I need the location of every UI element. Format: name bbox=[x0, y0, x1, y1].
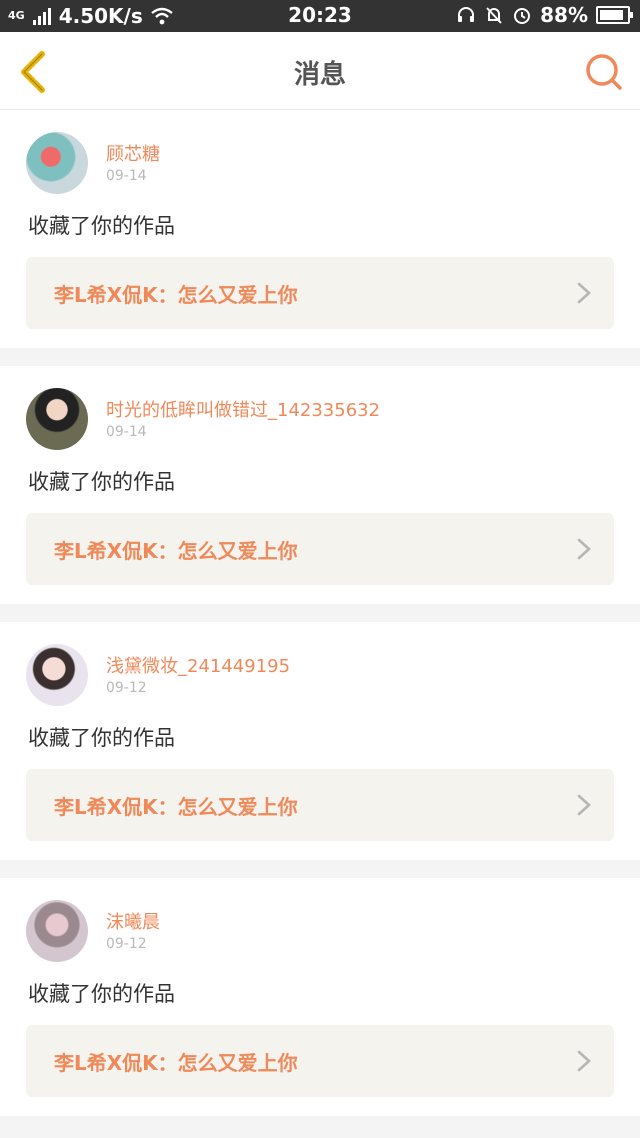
work-title: 李L希X侃K：怎么又爱上你 bbox=[54, 539, 298, 563]
mute-bell-icon bbox=[486, 7, 502, 24]
avatar[interactable] bbox=[26, 388, 88, 450]
message-date: 09-12 bbox=[106, 680, 147, 696]
message-date: 09-14 bbox=[106, 168, 147, 184]
message-card: 顾芯糖 09-14 收藏了你的作品 李L希X侃K：怎么又爱上你 bbox=[0, 110, 640, 348]
page-title: 消息 bbox=[293, 60, 346, 90]
action-text: 收藏了你的作品 bbox=[28, 726, 175, 750]
message-list: 顾芯糖 09-14 收藏了你的作品 李L希X侃K：怎么又爱上你 时光的低眸叫做错… bbox=[0, 110, 640, 1134]
chevron-right-icon bbox=[577, 538, 591, 560]
chevron-right-icon bbox=[577, 794, 591, 816]
work-link[interactable]: 李L希X侃K：怎么又爱上你 bbox=[26, 1025, 614, 1097]
work-title: 李L希X侃K：怎么又爱上你 bbox=[54, 283, 298, 307]
message-card: 时光的低眸叫做错过_142335632 09-14 收藏了你的作品 李L希X侃K… bbox=[0, 366, 640, 604]
avatar[interactable] bbox=[26, 132, 88, 194]
headset-icon bbox=[458, 7, 475, 22]
work-title: 李L希X侃K：怎么又爱上你 bbox=[54, 795, 298, 819]
search-icon[interactable] bbox=[584, 52, 624, 92]
user-name[interactable]: 沫曦晨 bbox=[106, 908, 160, 934]
action-text: 收藏了你的作品 bbox=[28, 470, 175, 494]
status-bar: 4G 4.50K/s 20:23 88% bbox=[0, 0, 640, 32]
message-date: 09-12 bbox=[106, 936, 147, 952]
message-card: 浅黛微妆_241449195 09-12 收藏了你的作品 李L希X侃K：怎么又爱… bbox=[0, 622, 640, 860]
user-name[interactable]: 顾芯糖 bbox=[106, 140, 160, 166]
user-name[interactable]: 浅黛微妆_241449195 bbox=[106, 652, 290, 678]
message-date: 09-14 bbox=[106, 424, 147, 440]
battery-icon bbox=[596, 6, 633, 24]
work-link[interactable]: 李L希X侃K：怎么又爱上你 bbox=[26, 513, 614, 585]
avatar[interactable] bbox=[26, 644, 88, 706]
work-title: 李L希X侃K：怎么又爱上你 bbox=[54, 1051, 298, 1075]
battery-percent: 88% bbox=[540, 3, 588, 27]
work-link[interactable]: 李L希X侃K：怎么又爱上你 bbox=[26, 257, 614, 329]
chevron-right-icon bbox=[577, 1050, 591, 1072]
status-right: 88% bbox=[456, 3, 633, 27]
avatar[interactable] bbox=[26, 900, 88, 962]
work-link[interactable]: 李L希X侃K：怎么又爱上你 bbox=[26, 769, 614, 841]
message-card: 沫曦晨 09-12 收藏了你的作品 李L希X侃K：怎么又爱上你 bbox=[0, 878, 640, 1116]
top-navbar: 消息 bbox=[0, 32, 640, 110]
chevron-right-icon bbox=[577, 282, 591, 304]
action-text: 收藏了你的作品 bbox=[28, 982, 175, 1006]
user-name[interactable]: 时光的低眸叫做错过_142335632 bbox=[106, 396, 380, 422]
alarm-icon bbox=[514, 8, 531, 24]
action-text: 收藏了你的作品 bbox=[28, 214, 175, 238]
